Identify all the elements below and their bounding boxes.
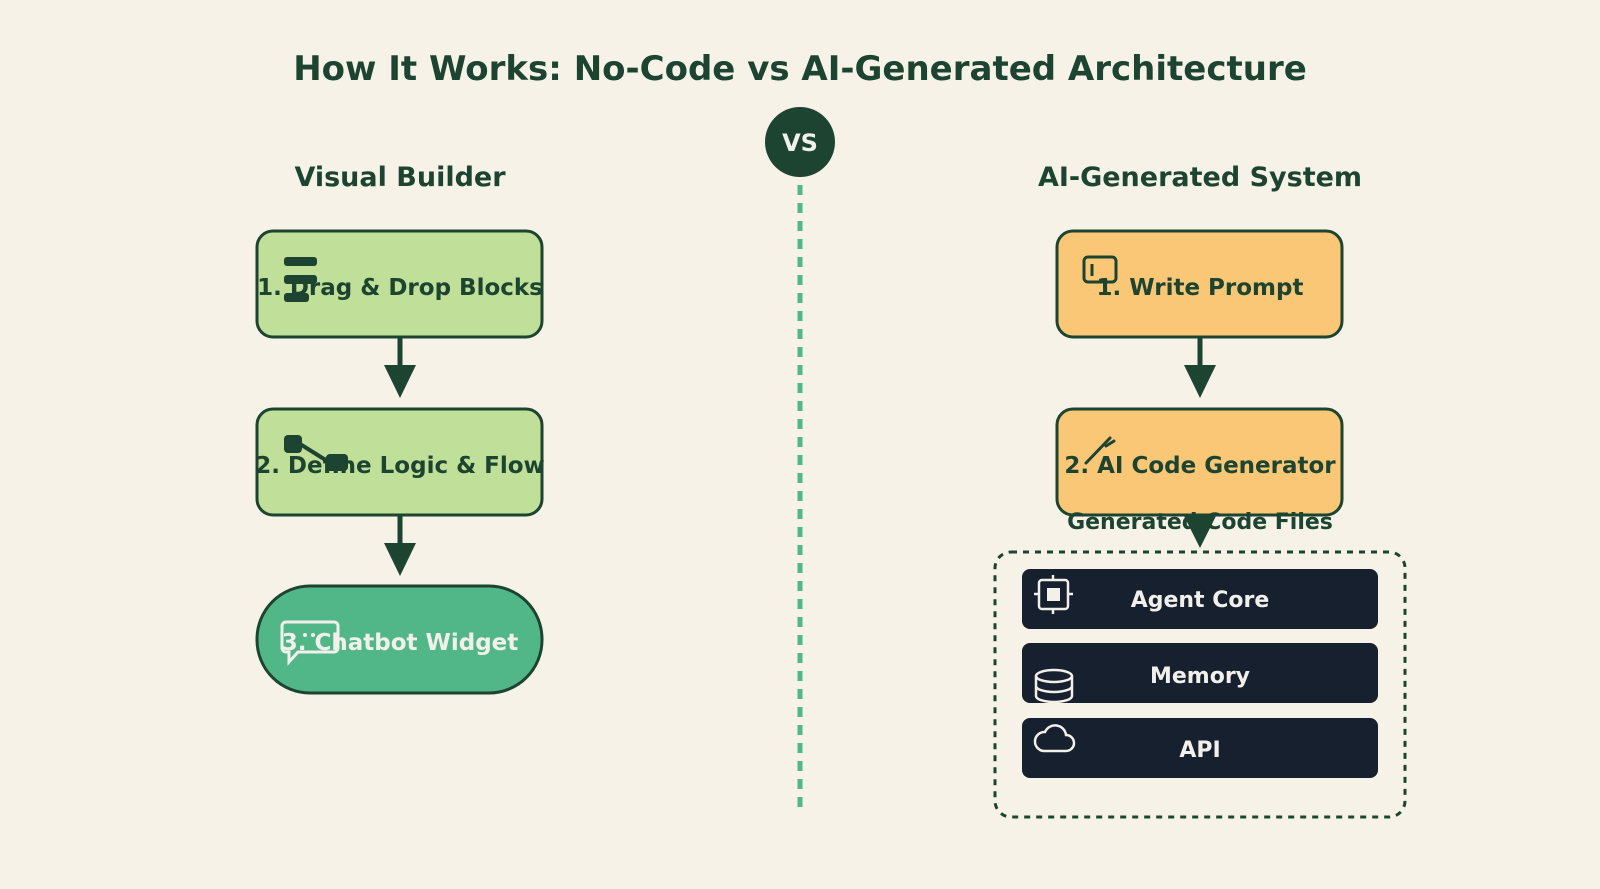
architecture-diagram: How It Works: No-Code vs AI-Generated Ar… (255, 49, 1407, 819)
left-step-3: 3. Chatbot Widget (255, 584, 544, 695)
generated-files-group: Generated Code Files Agent Core Memory A… (993, 510, 1407, 819)
left-step-1: 1. Drag & Drop Blocks (255, 229, 544, 339)
file-api-label: API (1179, 738, 1220, 763)
right-arrow-1 (1184, 337, 1216, 398)
file-memory-label: Memory (1150, 664, 1250, 689)
left-heading: Visual Builder (294, 162, 506, 193)
generated-files-label: Generated Code Files (1067, 510, 1333, 535)
chip-icon (1034, 575, 1073, 614)
left-arrow-1 (384, 337, 416, 398)
right-step-1: 1. Write Prompt (1055, 229, 1344, 339)
file-api: API (1022, 718, 1378, 778)
left-step-2-label: 2. Define Logic & Flow (255, 453, 545, 479)
right-step-2: 2. AI Code Generator (1055, 407, 1344, 517)
right-step-1-label: 1. Write Prompt (1097, 275, 1304, 301)
vs-label: VS (782, 129, 818, 157)
right-step-2-label: 2. AI Code Generator (1064, 453, 1336, 479)
left-arrow-2 (384, 515, 416, 576)
right-heading: AI-Generated System (1038, 162, 1362, 193)
left-step-2: 2. Define Logic & Flow (255, 407, 545, 517)
left-step-1-label: 1. Drag & Drop Blocks (257, 275, 543, 301)
file-agent-core-label: Agent Core (1131, 588, 1270, 613)
file-memory: Memory (1022, 643, 1378, 704)
left-step-3-label: 3. Chatbot Widget (282, 630, 519, 656)
vs-badge: VS (765, 107, 835, 177)
file-agent-core: Agent Core (1022, 569, 1378, 629)
diagram-title: How It Works: No-Code vs AI-Generated Ar… (293, 49, 1307, 89)
